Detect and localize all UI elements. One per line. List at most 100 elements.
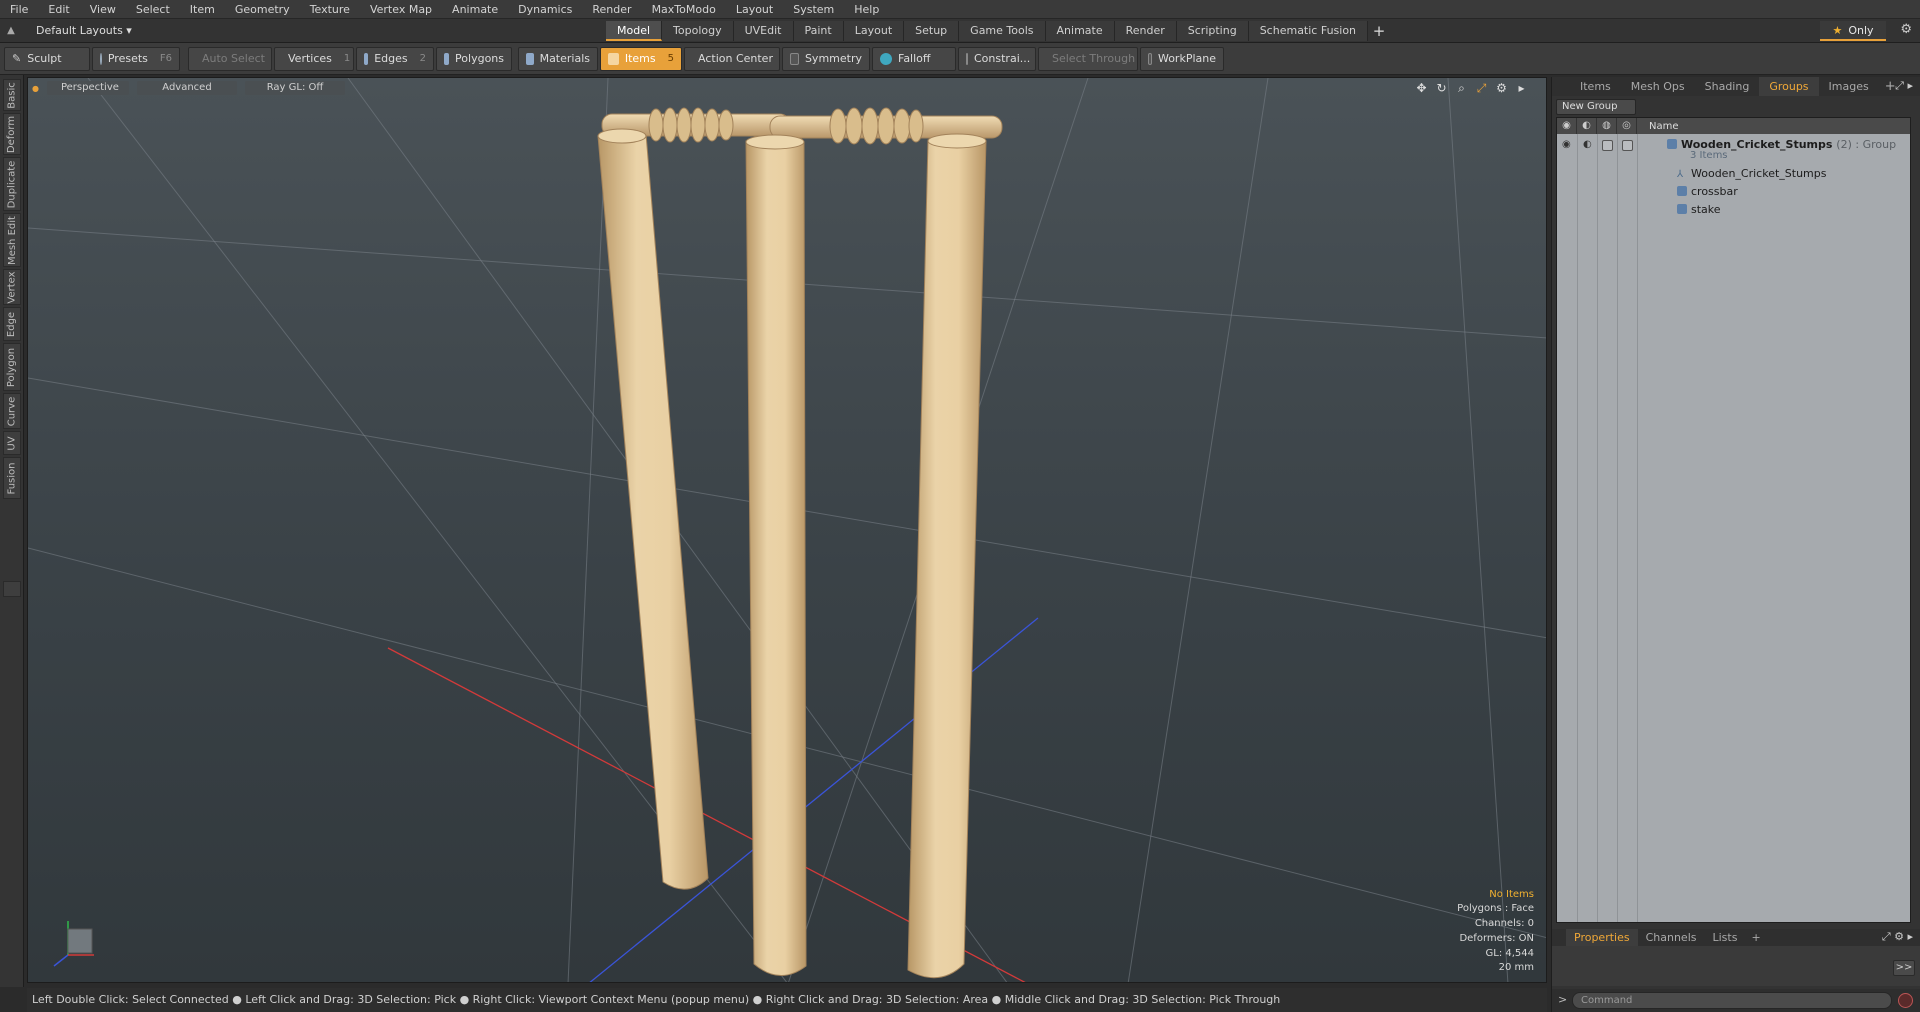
menu-animate[interactable]: Animate (442, 0, 508, 19)
left-tab-uv[interactable]: UV (3, 431, 21, 455)
workplane-button[interactable]: WorkPlane (1140, 46, 1224, 71)
layout-collapse-icon[interactable]: ▲ (0, 25, 22, 36)
menu-render[interactable]: Render (582, 0, 641, 19)
tab-setup[interactable]: Setup (904, 21, 960, 41)
menu-file[interactable]: File (0, 0, 38, 19)
lock-column-icon[interactable]: ◐ (1577, 118, 1597, 134)
menu-texture[interactable]: Texture (300, 0, 360, 19)
sculpt-button[interactable]: ✎ Sculpt (4, 46, 90, 71)
tab-game-tools[interactable]: Game Tools (959, 21, 1046, 41)
viewport-more-icon[interactable]: ▸ (1515, 81, 1528, 96)
visibility-eye-icon[interactable]: ◉ (1562, 139, 1571, 150)
list-item[interactable]: crossbar (1557, 183, 1910, 201)
panel-maximize-icon[interactable]: ⤢ ▸ (1895, 79, 1913, 93)
tab-topology[interactable]: Topology (662, 21, 734, 41)
menu-help[interactable]: Help (844, 0, 889, 19)
tab-schematic-fusion[interactable]: Schematic Fusion (1248, 21, 1369, 41)
presets-button[interactable]: Presets F6 (92, 46, 180, 71)
raygl-button[interactable]: Ray GL: Off (244, 81, 345, 95)
add-bottom-tab-icon[interactable]: + (1745, 931, 1766, 944)
left-tab-edge[interactable]: Edge (3, 307, 21, 341)
render-checkbox[interactable] (1622, 140, 1633, 151)
left-tab-expand[interactable] (3, 581, 21, 597)
tab-images[interactable]: Images (1819, 77, 1879, 96)
menu-edit[interactable]: Edit (38, 0, 79, 19)
falloff-button[interactable]: Falloff (872, 46, 956, 71)
select-column-icon[interactable]: ◍ (1597, 118, 1617, 134)
edges-button[interactable]: Edges 2 (356, 46, 434, 71)
only-button[interactable]: ★ Only (1820, 21, 1886, 41)
zoom-icon[interactable]: ⌕ (1455, 81, 1468, 96)
shading-mode-button[interactable]: Advanced (136, 81, 237, 95)
left-tab-vertex[interactable]: Vertex (3, 269, 21, 305)
viewport-settings-icon[interactable]: ⚙ (1495, 81, 1508, 96)
action-center-button[interactable]: Action Center (684, 46, 780, 71)
tab-layout[interactable]: Layout (843, 21, 905, 41)
left-tab-deform[interactable]: Deform (3, 113, 21, 155)
tab-paint[interactable]: Paint (793, 21, 844, 41)
viewport-menu-dot[interactable]: ● (32, 84, 39, 93)
tab-properties[interactable]: Properties (1566, 929, 1638, 946)
tab-groups[interactable]: Groups (1759, 77, 1819, 96)
select-through-button[interactable]: Select Through (1038, 46, 1138, 71)
list-item-label: crossbar (1677, 185, 1738, 198)
left-tab-deform-label: Deform (6, 115, 18, 153)
symmetry-button[interactable]: Symmetry (782, 46, 870, 71)
left-tab-curve[interactable]: Curve (3, 393, 21, 429)
materials-button[interactable]: Materials (518, 46, 598, 71)
group-row[interactable]: ◉ ◐ Wooden_Cricket_Stumps (2) : Group 3 … (1557, 136, 1910, 162)
menu-item[interactable]: Item (180, 0, 225, 19)
constraints-button[interactable]: Constrai... (958, 46, 1036, 71)
select-checkbox[interactable] (1602, 140, 1613, 151)
tab-lists[interactable]: Lists (1705, 929, 1746, 946)
tab-model[interactable]: Model (606, 21, 663, 41)
left-tab-fusion[interactable]: Fusion (3, 457, 21, 499)
3d-viewport[interactable]: ● Perspective Advanced Ray GL: Off ✥ ↻ ⌕… (27, 77, 1547, 983)
gear-icon[interactable]: ⚙ (1900, 22, 1912, 37)
render-column-icon[interactable]: ◎ (1617, 118, 1637, 134)
record-macro-icon[interactable] (1898, 993, 1913, 1008)
menu-select[interactable]: Select (126, 0, 180, 19)
left-tab-polygon[interactable]: Polygon (3, 343, 21, 391)
view-mode-button[interactable]: Perspective (46, 81, 129, 95)
tab-mesh-ops[interactable]: Mesh Ops (1621, 77, 1695, 96)
menu-view[interactable]: View (80, 0, 126, 19)
expand-button[interactable]: >> (1893, 960, 1915, 976)
tab-uvedit[interactable]: UVEdit (733, 21, 794, 41)
tab-items[interactable]: Items (1570, 77, 1621, 96)
command-input[interactable]: Command (1572, 992, 1892, 1009)
name-column-header[interactable]: Name (1637, 121, 1679, 132)
tab-channels[interactable]: Channels (1638, 929, 1705, 946)
menu-vertex-map[interactable]: Vertex Map (360, 0, 442, 19)
items-button[interactable]: Items 5 (600, 46, 682, 71)
list-item[interactable]: ⅄ Wooden_Cricket_Stumps (1557, 165, 1910, 183)
menu-dynamics[interactable]: Dynamics (508, 0, 582, 19)
add-tab-icon[interactable]: + (1368, 21, 1390, 41)
tab-animate[interactable]: Animate (1045, 21, 1115, 41)
groups-list[interactable]: ◉ ◐ ◍ ◎ Name ◉ ◐ Wooden_Cricket_Stumps (… (1556, 117, 1911, 923)
symmetry-label: Symmetry (804, 52, 862, 65)
new-group-button[interactable]: New Group (1556, 99, 1636, 115)
menu-system[interactable]: System (783, 0, 844, 19)
menu-geometry[interactable]: Geometry (225, 0, 300, 19)
layout-selector[interactable]: Default Layouts ▾ (22, 24, 172, 37)
vertices-button[interactable]: Vertices 1 (274, 46, 354, 71)
bottom-panel-options-icon[interactable]: ⤢ ⚙ ▸ (1882, 930, 1913, 944)
cricket-stumps-model[interactable] (593, 107, 1003, 979)
left-tab-basic[interactable]: Basic (3, 79, 21, 111)
polygons-button[interactable]: Polygons (436, 46, 512, 71)
auto-select-button[interactable]: Auto Select (188, 46, 272, 71)
list-item[interactable]: stake (1557, 201, 1910, 219)
menu-layout[interactable]: Layout (726, 0, 783, 19)
rotate-icon[interactable]: ↻ (1435, 81, 1448, 96)
visibility-column-icon[interactable]: ◉ (1557, 118, 1577, 134)
left-tab-mesh-edit[interactable]: Mesh Edit (3, 213, 21, 267)
tab-scripting[interactable]: Scripting (1176, 21, 1249, 41)
menu-maxtomodo[interactable]: MaxToModo (642, 0, 726, 19)
pan-icon[interactable]: ✥ (1415, 81, 1428, 96)
tab-render[interactable]: Render (1114, 21, 1177, 41)
left-tab-duplicate[interactable]: Duplicate (3, 157, 21, 211)
fit-icon[interactable]: ⤢ (1475, 81, 1488, 96)
lock-toggle-icon[interactable]: ◐ (1583, 139, 1592, 150)
tab-shading[interactable]: Shading (1695, 77, 1760, 96)
